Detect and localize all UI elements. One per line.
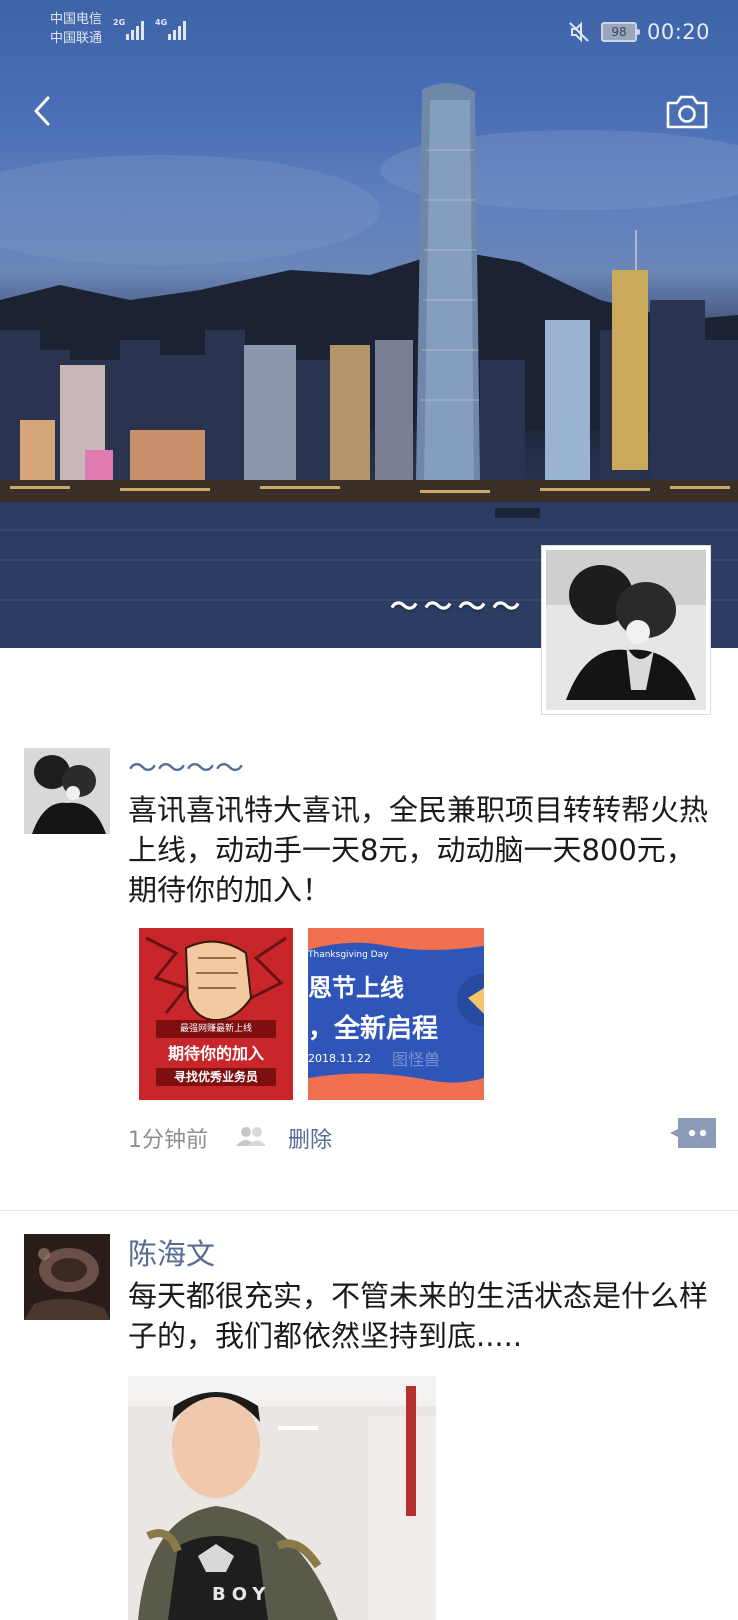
selfie-photo [128,1376,436,1620]
poster-2-line-1: Thanksgiving Day [308,950,389,960]
post-text: 每天都很充实，不管未来的生活状态是什么样子的，我们都依然坚持到底..... [128,1279,709,1353]
post-avatar-photo [24,1234,110,1320]
post-author[interactable]: 陈海文 [128,1234,714,1274]
poster-2-line-2: 恩节上线 [308,974,404,1002]
shirt-text: BOY [212,1584,272,1605]
post-image-1[interactable]: 最强网赚最新上线 期待你的加入 寻找优秀业务员 [136,928,296,1100]
post-author[interactable]: ～～～～ [128,748,714,788]
poster-2-watermark: 图怪兽 [392,1050,441,1069]
signal-1-icon [126,21,144,40]
post-time: 1分钟前 [128,1128,208,1153]
carrier-labels: 中国电信 中国联通 [50,10,102,48]
post-avatar[interactable] [24,1234,110,1320]
poster-1-line-2: 期待你的加入 [167,1044,264,1063]
battery-indicator: 98 [600,22,640,42]
moment-post: 陈海文 每天都很充实，不管未来的生活状态是什么样子的，我们都依然坚持到底....… [0,1234,738,1620]
mute-icon [569,21,589,43]
status-bar: 中国电信 中国联通 2G 4G 98 00:20 [0,0,738,64]
post-images: 最强网赚最新上线 期待你的加入 寻找优秀业务员 Thanksgiving Day… [128,928,714,1100]
post-image-2[interactable]: Thanksgiving Day 恩节上线 ，全新启程 2018.11.22 图… [308,928,484,1100]
poster-2-line-4: 2018.11.22 [308,1052,371,1065]
my-avatar[interactable] [541,545,711,715]
cover-user-name: ～～～～ [390,590,527,623]
delete-button[interactable]: 删除 [288,1122,332,1154]
post-text: 喜讯喜讯特大喜讯，全民兼职项目转转帮火热上线，动动手一天8元，动动脑一天800元… [128,793,709,907]
post-avatar[interactable] [24,748,110,834]
camera-icon[interactable] [664,92,710,132]
post-avatar-photo [24,748,110,834]
comment-like-menu-icon[interactable] [670,1118,716,1148]
friends-visibility-icon[interactable] [234,1124,268,1148]
post-image[interactable]: BOY [128,1376,436,1620]
carrier-2: 中国联通 [50,31,103,46]
clock: 00:20 [646,20,710,44]
poster-2-line-3: ，全新启程 [308,1014,439,1044]
poster-1-line-3: 寻找优秀业务员 [173,1070,258,1084]
chevron-left-icon[interactable] [24,86,64,136]
moment-post: ～～～～ 喜讯喜讯特大喜讯，全民兼职项目转转帮火热上线，动动手一天8元，动动脑一… [0,748,738,1208]
post-meta: 1分钟前 删除 [128,1118,716,1158]
poster-1-line-1: 最强网赚最新上线 [179,1024,252,1034]
carrier-1: 中国电信 [50,12,103,27]
status-right: 98 00:20 [567,18,710,46]
signal-2-icon [168,21,186,40]
post-divider [0,1210,738,1211]
avatar-photo [546,550,706,710]
